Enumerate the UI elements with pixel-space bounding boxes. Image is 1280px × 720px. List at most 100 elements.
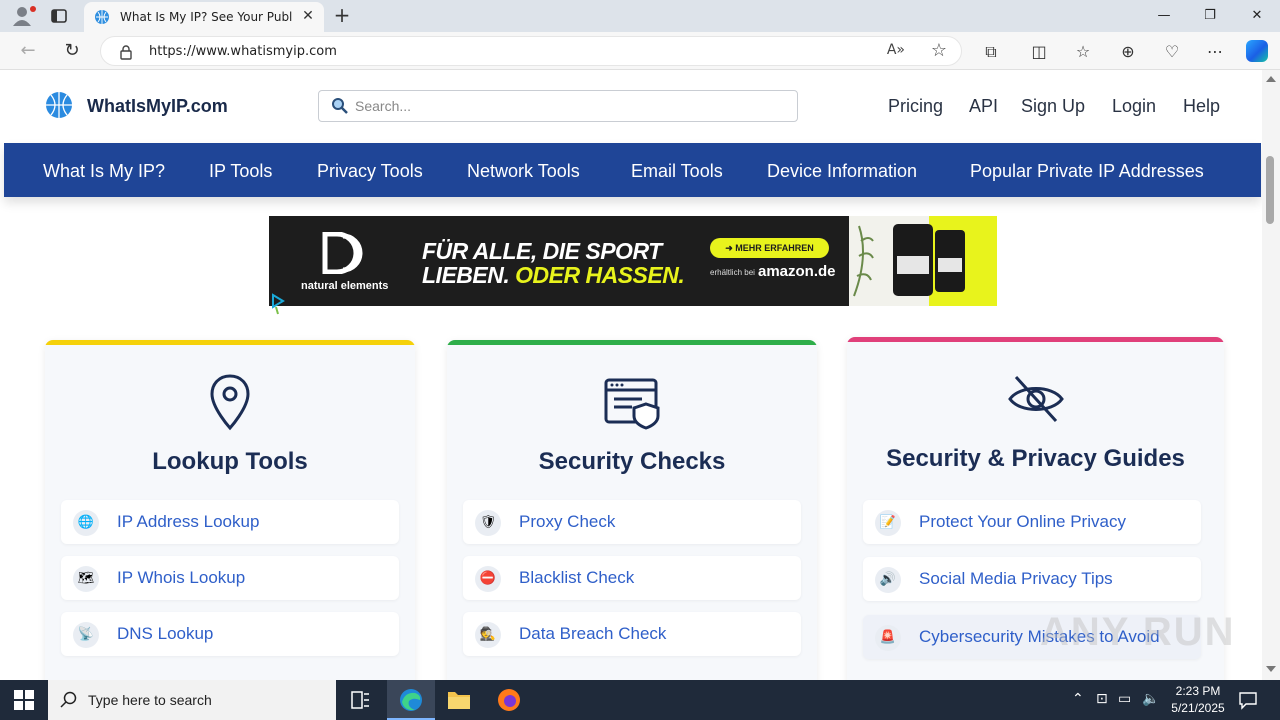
page-viewport: WhatIsMyIP.com Pricing API Sign Up Login… <box>0 70 1262 680</box>
tab-close-icon[interactable]: ✕ <box>300 8 316 24</box>
shield-icon: 🛡 <box>475 510 501 536</box>
nav-sign-up[interactable]: Sign Up <box>1021 96 1085 117</box>
browser-essentials-icon[interactable]: ♡ <box>1161 41 1183 63</box>
lock-icon[interactable] <box>119 44 133 60</box>
site-logo-text[interactable]: WhatIsMyIP.com <box>87 96 228 117</box>
link-protect-online-privacy[interactable]: 📝 Protect Your Online Privacy <box>863 500 1201 544</box>
link-label[interactable]: Data Breach Check <box>519 624 666 644</box>
advertisement-banner[interactable]: natural elements FÜR ALLE, DIE SPORT LIE… <box>269 216 997 306</box>
natural-elements-logo-icon <box>321 231 363 275</box>
browser-shield-icon <box>602 372 662 432</box>
browser-tab[interactable]: What Is My IP? See Your Public IP ✕ <box>84 2 324 32</box>
profile-icon[interactable] <box>12 6 36 26</box>
nav-login[interactable]: Login <box>1112 96 1156 117</box>
link-label[interactable]: IP Address Lookup <box>117 512 259 532</box>
url-text[interactable]: https://www.whatismyip.com <box>149 44 337 59</box>
collections-icon[interactable]: ⊕ <box>1117 41 1139 63</box>
favorite-star-icon[interactable]: ☆ <box>931 40 947 61</box>
volume-icon[interactable]: 🔈 <box>1142 691 1159 707</box>
menu-email-tools[interactable]: Email Tools <box>631 161 723 182</box>
nav-api[interactable]: API <box>969 96 998 117</box>
globe-logo-icon[interactable] <box>45 91 73 119</box>
menu-what-is-my-ip[interactable]: What Is My IP? <box>43 161 165 182</box>
minimize-button[interactable]: — <box>1141 0 1187 32</box>
edge-taskbar-icon[interactable] <box>387 680 435 720</box>
read-aloud-icon[interactable]: A» <box>887 42 905 58</box>
menu-popular-private-ip[interactable]: Popular Private IP Addresses <box>970 161 1204 182</box>
ad-store-text: amazon.de <box>758 263 836 280</box>
firefox-icon[interactable] <box>485 680 533 720</box>
link-label[interactable]: Blacklist Check <box>519 568 634 588</box>
map-icon: 🗺 <box>73 566 99 592</box>
card-title: Lookup Tools <box>152 448 308 475</box>
siren-icon: 🚨 <box>875 625 901 651</box>
address-toolbar: ← ↻ https://www.whatismyip.com A» ☆ ⧉ ◫ … <box>0 32 1280 70</box>
link-dns-lookup[interactable]: 📡 DNS Lookup <box>61 612 399 656</box>
refresh-icon[interactable]: ↻ <box>62 41 82 61</box>
ad-headline-2b: ODER HASSEN. <box>515 262 685 288</box>
ad-brand: natural elements <box>301 280 389 292</box>
favorites-icon[interactable]: ☆ <box>1072 41 1094 63</box>
ad-headline-2: LIEBEN. ODER HASSEN. <box>422 262 685 289</box>
scroll-down-icon[interactable] <box>1266 666 1276 672</box>
address-bar[interactable]: https://www.whatismyip.com A» ☆ <box>100 36 962 66</box>
back-icon[interactable]: ← <box>18 41 38 61</box>
card-title: Security & Privacy Guides <box>886 445 1185 472</box>
tray-chevron-icon[interactable]: ⌃ <box>1072 691 1084 707</box>
site-search-box[interactable] <box>318 90 798 122</box>
search-input[interactable] <box>355 95 785 117</box>
taskbar-search[interactable]: Type here to search <box>48 680 336 720</box>
scrollbar-thumb[interactable] <box>1266 156 1274 224</box>
satellite-icon: 📡 <box>73 622 99 648</box>
notifications-icon[interactable] <box>1238 690 1258 710</box>
globe-icon: 🌐 <box>73 510 99 536</box>
taskbar-search-text[interactable]: Type here to search <box>88 692 212 708</box>
adchoices-icon[interactable] <box>270 293 286 315</box>
network-icon[interactable]: ▭ <box>1118 691 1131 707</box>
more-menu-icon[interactable]: ⋯ <box>1204 41 1226 63</box>
nav-pricing[interactable]: Pricing <box>888 96 943 117</box>
ad-cta-button[interactable]: ➜ MEHR ERFAHREN <box>710 238 829 258</box>
menu-privacy-tools[interactable]: Privacy Tools <box>317 161 423 182</box>
clock-date: 5/21/2025 <box>1171 701 1225 715</box>
copilot-icon[interactable] <box>1246 40 1268 62</box>
scroll-up-icon[interactable] <box>1266 76 1276 82</box>
link-label[interactable]: Proxy Check <box>519 512 615 532</box>
eye-slash-icon <box>1006 369 1066 429</box>
link-label[interactable]: IP Whois Lookup <box>117 568 245 588</box>
link-label[interactable]: DNS Lookup <box>117 624 213 644</box>
menu-ip-tools[interactable]: IP Tools <box>209 161 272 182</box>
link-ip-whois-lookup[interactable]: 🗺 IP Whois Lookup <box>61 556 399 600</box>
extensions-icon[interactable]: ⧉ <box>980 41 1002 63</box>
notification-dot-icon <box>30 6 36 12</box>
menu-device-information[interactable]: Device Information <box>767 161 917 182</box>
ad-product-image <box>849 216 997 306</box>
menu-network-tools[interactable]: Network Tools <box>467 161 580 182</box>
link-label[interactable]: Protect Your Online Privacy <box>919 512 1126 532</box>
taskbar-clock[interactable]: 2:23 PM 5/21/2025 <box>1160 683 1236 717</box>
link-label[interactable]: Social Media Privacy Tips <box>919 569 1113 589</box>
link-social-media-privacy-tips[interactable]: 🔊 Social Media Privacy Tips <box>863 557 1201 601</box>
close-window-button[interactable]: ✕ <box>1234 0 1280 32</box>
clock-time: 2:23 PM <box>1175 684 1221 698</box>
nav-help[interactable]: Help <box>1183 96 1220 117</box>
tab-actions-icon[interactable] <box>50 7 68 25</box>
new-tab-button[interactable]: + <box>332 5 352 25</box>
link-ip-address-lookup[interactable]: 🌐 IP Address Lookup <box>61 500 399 544</box>
speaker-icon: 🔊 <box>875 567 901 593</box>
link-blacklist-check[interactable]: ⛔ Blacklist Check <box>463 556 801 600</box>
anyrun-watermark: ANY RUN <box>1040 610 1236 654</box>
card-title: Security Checks <box>538 448 726 475</box>
security-checks-card: Security Checks 🛡 Proxy Check ⛔ Blacklis… <box>447 340 817 680</box>
ad-headline-1: FÜR ALLE, DIE SPORT <box>422 238 662 264</box>
page-scrollbar[interactable] <box>1262 70 1280 680</box>
tray-device-icon[interactable]: ⊡ <box>1096 691 1108 707</box>
link-proxy-check[interactable]: 🛡 Proxy Check <box>463 500 801 544</box>
task-view-icon[interactable] <box>336 680 384 720</box>
memo-icon: 📝 <box>875 510 901 536</box>
windows-start-icon[interactable] <box>14 690 34 710</box>
restore-button[interactable]: ❐ <box>1187 0 1233 32</box>
link-data-breach-check[interactable]: 🕵 Data Breach Check <box>463 612 801 656</box>
file-explorer-icon[interactable] <box>435 680 483 720</box>
split-screen-icon[interactable]: ◫ <box>1028 41 1050 63</box>
